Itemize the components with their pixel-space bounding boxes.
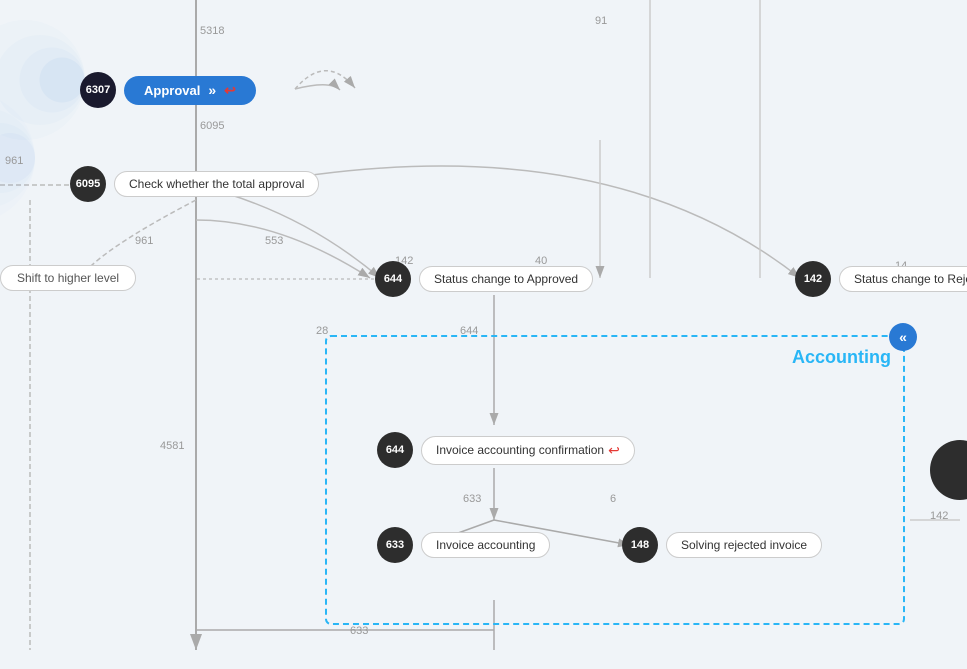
node-6095[interactable]: 6095 Check whether the total approval — [70, 166, 319, 202]
node-6095-badge: 6095 — [70, 166, 106, 202]
node-142-badge: 142 — [795, 261, 831, 297]
edge-label-142-right: 142 — [930, 510, 948, 522]
node-644-invoice-confirm[interactable]: 644 Invoice accounting confirmation ↩ — [377, 432, 635, 468]
node-148-label: Solving rejected invoice — [666, 532, 822, 558]
edge-label-961-left: 961 — [5, 155, 23, 167]
node-shift-higher-level[interactable]: Shift to higher level — [0, 265, 136, 291]
node-148-badge: 148 — [622, 527, 658, 563]
edge-label-553: 553 — [265, 235, 283, 247]
red-swoosh-icon: ↩ — [608, 442, 620, 459]
accounting-box: « Accounting 644 Invoice accounting conf… — [325, 335, 905, 625]
accounting-title: Accounting — [792, 347, 891, 368]
node-644-status-label: Status change to Approved — [419, 266, 593, 292]
accounting-collapse-button[interactable]: « — [889, 323, 917, 351]
edge-label-961-bottom: 961 — [135, 235, 153, 247]
edge-label-91: 91 — [595, 15, 607, 27]
node-6307-label: Approval » ↩ — [124, 76, 256, 105]
edge-label-6095: 6095 — [200, 120, 224, 132]
workflow-canvas: 5318 6095 961 961 553 644 142 40 91 28 6… — [0, 0, 967, 669]
edge-label-633-bottom: 633 — [350, 625, 368, 637]
red-arrow-icon: ↩ — [224, 82, 236, 99]
node-644-invoice-badge: 644 — [377, 432, 413, 468]
chevron-double-icon: » — [208, 82, 216, 98]
node-644-badge: 644 — [375, 261, 411, 297]
edge-label-28: 28 — [316, 325, 328, 337]
node-644-invoice-label: Invoice accounting confirmation ↩ — [421, 436, 635, 465]
node-633-label: Invoice accounting — [421, 532, 550, 558]
node-633-invoice-accounting[interactable]: 633 Invoice accounting — [377, 527, 550, 563]
node-partial-right — [930, 440, 967, 500]
node-142-status-label: Status change to Reject — [839, 266, 967, 292]
node-142-status-rejected[interactable]: 142 Status change to Reject — [795, 261, 967, 297]
node-6095-label: Check whether the total approval — [114, 171, 319, 197]
node-644-status-approved[interactable]: 644 Status change to Approved — [375, 261, 593, 297]
node-644-invoice-text: Invoice accounting confirmation — [436, 443, 604, 457]
edge-label-5318: 5318 — [200, 25, 224, 37]
node-6307-approval[interactable]: 6307 Approval » ↩ — [80, 72, 256, 108]
node-6307-badge: 6307 — [80, 72, 116, 108]
node-148-solving-rejected[interactable]: 148 Solving rejected invoice — [622, 527, 822, 563]
node-6307-text: Approval — [144, 83, 200, 98]
node-633-badge: 633 — [377, 527, 413, 563]
edge-label-4581: 4581 — [160, 440, 184, 452]
